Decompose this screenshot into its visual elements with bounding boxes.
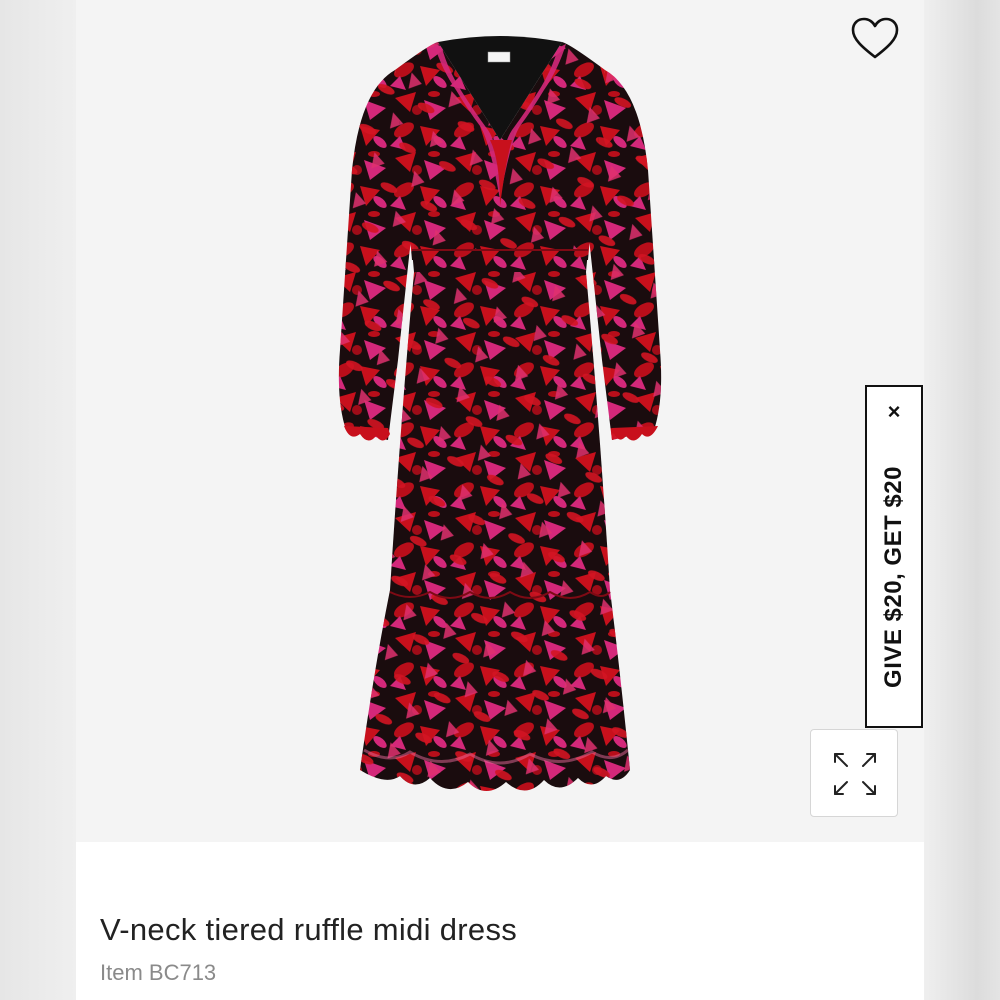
page-background-right [924, 0, 1000, 1000]
referral-tab[interactable]: × GIVE $20, GET $20 [865, 385, 923, 728]
expand-image-button[interactable] [810, 729, 898, 817]
heart-outline-icon [851, 17, 899, 59]
wishlist-button[interactable] [850, 16, 900, 62]
page-background-left [0, 0, 76, 1000]
referral-close-button[interactable]: × [867, 401, 921, 423]
item-number: Item BC713 [100, 960, 217, 985]
referral-tab-label[interactable]: GIVE $20, GET $20 [880, 466, 908, 688]
product-title: V-neck tiered ruffle midi dress [100, 912, 518, 947]
expand-arrows-icon [834, 753, 876, 795]
product-image-dress[interactable] [330, 30, 670, 810]
